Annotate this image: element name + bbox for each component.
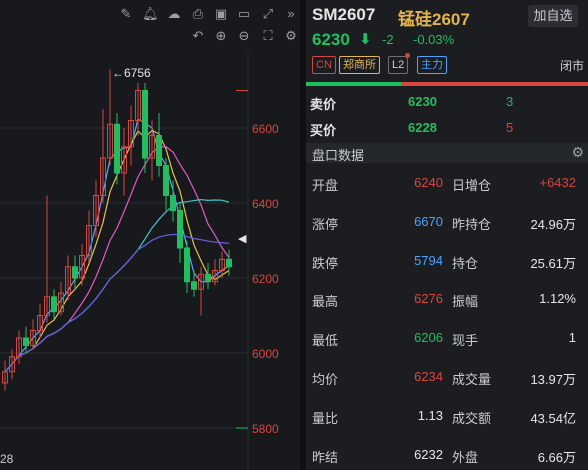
market-status: 闭市 xyxy=(559,59,584,73)
candlestick-chart[interactable] xyxy=(0,52,300,470)
l2-notification-dot xyxy=(405,53,410,58)
cloud-icon[interactable]: ☁ xyxy=(166,6,182,22)
stat-label: 成交量 xyxy=(452,372,492,387)
bid-price: 6228 xyxy=(408,120,437,135)
monitor-icon[interactable]: ▭ xyxy=(236,6,252,22)
candle-body xyxy=(51,296,57,313)
candle-body xyxy=(23,337,29,346)
tag-main-contract: 主力 xyxy=(417,56,447,74)
stat-value: 6670 xyxy=(414,213,443,229)
add-watchlist-button[interactable]: 加自选 xyxy=(528,5,578,27)
stat-value: 1.13 xyxy=(417,407,443,423)
stat-value: 6.66万 xyxy=(537,449,576,465)
zoom-out-icon[interactable]: ⊖ xyxy=(236,28,252,44)
stat-label: 跌停 xyxy=(312,255,339,271)
candle-body xyxy=(177,210,183,249)
axis-label-5800: 5800 xyxy=(252,422,279,436)
down-arrow-icon: ⬇ xyxy=(359,31,372,48)
candle-body xyxy=(170,195,176,211)
axis-label-6200: 6200 xyxy=(252,272,279,286)
bell-icon[interactable]: 🔔︎ xyxy=(142,6,159,22)
stat-value: 5794 xyxy=(414,252,443,268)
stat-label: 开盘 xyxy=(312,178,339,193)
undo-icon[interactable]: ↶ xyxy=(190,28,206,44)
candle-body xyxy=(72,266,78,279)
candle-body xyxy=(114,123,120,174)
stat-label: 最低 xyxy=(312,333,339,349)
current-price-pointer-icon: ◀ xyxy=(238,233,247,245)
collapse-icon[interactable]: » xyxy=(283,6,299,22)
zoom-in-icon[interactable]: ⊕ xyxy=(213,28,229,44)
stat-label: 持仓 xyxy=(452,255,479,271)
axis-label-6400: 6400 xyxy=(252,197,279,211)
stat-label: 最高 xyxy=(312,294,339,310)
stat-label: 涨停 xyxy=(312,216,339,232)
candle-body xyxy=(156,135,162,166)
candle-body xyxy=(205,273,211,283)
stat-label: 现手 xyxy=(452,333,479,349)
candle-body xyxy=(163,165,169,196)
stat-value: 1.12% xyxy=(539,291,576,307)
ask-row[interactable]: 卖价 6230 3 xyxy=(306,90,588,114)
candle-body xyxy=(142,90,148,159)
gear-icon[interactable]: ⚙ xyxy=(571,144,584,161)
tag-exchange: 郑商所 xyxy=(339,56,380,74)
bid-ask-ratio-bar xyxy=(306,82,588,86)
stat-label: 外盘 xyxy=(452,449,479,465)
stat-label: 量比 xyxy=(312,410,339,426)
stat-value: 43.54亿 xyxy=(530,410,576,426)
settings-icon[interactable]: ⚙ xyxy=(283,28,299,44)
tag-cn: CN xyxy=(312,56,336,74)
section-header: 盘口数据 ⚙ xyxy=(306,143,588,163)
price-change-pct: -0.03% xyxy=(413,32,455,47)
date-label: 28 xyxy=(0,452,14,466)
image-icon[interactable]: ▣ xyxy=(213,6,229,22)
stat-label: 昨持仓 xyxy=(452,216,492,232)
axis-label-6000: 6000 xyxy=(252,347,279,361)
stat-label: 日增仓 xyxy=(452,178,492,193)
stat-value: 6234 xyxy=(414,369,443,384)
stat-label: 均价 xyxy=(312,372,339,387)
stat-value: 25.61万 xyxy=(530,255,576,271)
contract-name: 锰硅2607 xyxy=(398,10,470,29)
last-price: 6230 xyxy=(312,30,350,49)
stat-value: 6206 xyxy=(414,330,443,346)
ask-price: 6230 xyxy=(408,94,437,109)
stat-value: 6232 xyxy=(414,446,443,462)
price-change: -2 xyxy=(382,32,394,47)
chart-toolbar: ✎ 🔔︎ ☁ ⎙ ▣ ▭ ⤢ » ↶ ⊕ ⊖ ⛶ ⚙ xyxy=(0,0,300,52)
stat-value: 6276 xyxy=(414,291,443,307)
stat-label: 成交额 xyxy=(452,410,492,426)
ask-label: 卖价 xyxy=(310,97,337,112)
ask-volume: 3 xyxy=(506,94,514,109)
candle-body xyxy=(191,281,197,290)
stat-value: 6240 xyxy=(414,175,443,190)
stat-label: 昨结 xyxy=(312,449,339,465)
stat-value: 13.97万 xyxy=(530,372,576,387)
bid-row[interactable]: 买价 6228 5 xyxy=(306,116,588,140)
kline-chart-panel[interactable]: ✎ 🔔︎ ☁ ⎙ ▣ ▭ ⤢ » ↶ ⊕ ⊖ ⛶ ⚙ 6600 6400 620… xyxy=(0,0,300,470)
contract-code: SM2607 xyxy=(312,5,376,24)
stat-label: 振幅 xyxy=(452,294,479,310)
high-marker: ←6756 xyxy=(112,66,151,80)
axis-label-6600: 6600 xyxy=(252,122,279,136)
stat-value: 1 xyxy=(568,330,576,346)
bid-volume: 5 xyxy=(506,120,514,135)
tag-l2[interactable]: L2 xyxy=(388,56,409,74)
ma-line xyxy=(4,233,230,373)
candle-body xyxy=(226,258,232,268)
edit-icon[interactable]: ✎ xyxy=(118,6,134,22)
section-title: 盘口数据 xyxy=(312,148,365,163)
bid-label: 买价 xyxy=(310,123,337,138)
candle-body xyxy=(184,247,190,283)
quote-panel: SM2607 锰硅2607 加自选 6230 ⬇ -2 -0.03% CN 郑商… xyxy=(306,0,588,470)
camera-icon[interactable]: ⎙ xyxy=(190,6,206,22)
expand-icon[interactable]: ⤢ xyxy=(260,6,276,22)
stat-value: +6432 xyxy=(539,175,576,190)
fullscreen-icon[interactable]: ⛶ xyxy=(260,28,276,44)
stat-value: 24.96万 xyxy=(530,216,576,232)
